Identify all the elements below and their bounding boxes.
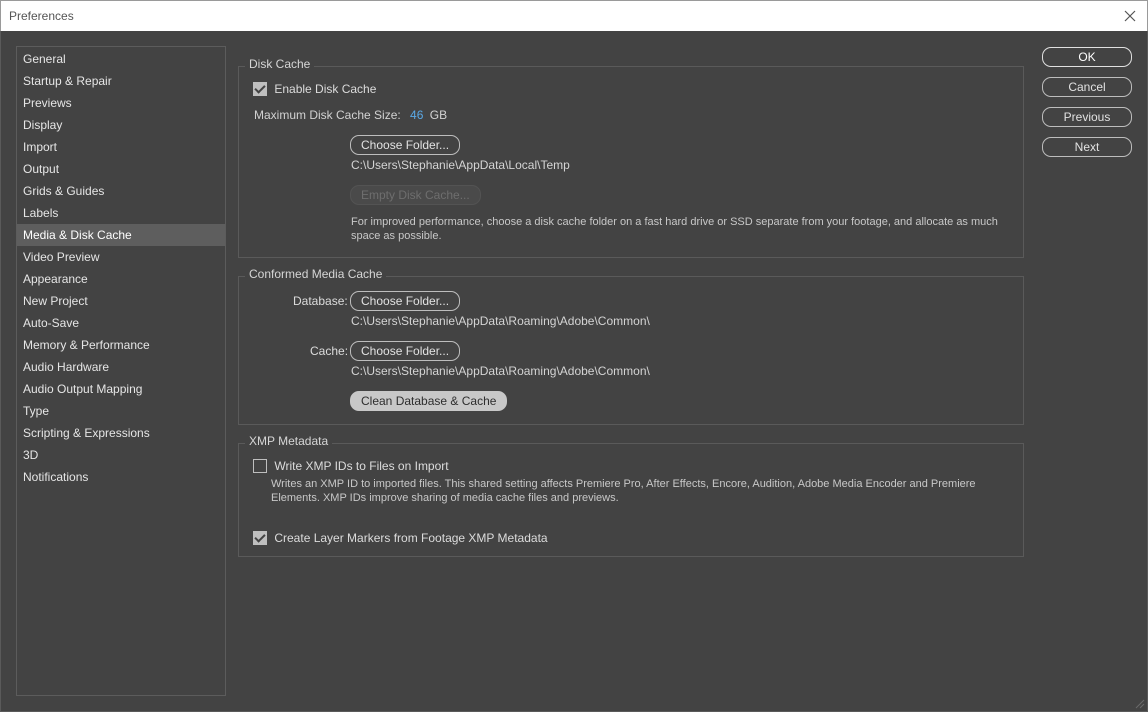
sidebar-item-output[interactable]: Output (17, 158, 225, 180)
xmp-metadata-title: XMP Metadata (245, 434, 333, 448)
enable-disk-cache-label: Enable Disk Cache (274, 81, 377, 96)
sidebar-item-new-project[interactable]: New Project (17, 290, 225, 312)
write-xmp-checkbox[interactable] (253, 458, 267, 473)
disk-cache-choose-folder-button[interactable]: Choose Folder... (350, 135, 461, 155)
next-button[interactable]: Next (1042, 137, 1132, 157)
layer-markers-label: Create Layer Markers from Footage XMP Me… (274, 530, 548, 545)
sidebar-item-audio-output-mapping[interactable]: Audio Output Mapping (17, 378, 225, 400)
cache-path: C:\Users\Stephanie\AppData\Roaming\Adobe… (351, 364, 650, 378)
sidebar-item-3d[interactable]: 3D (17, 444, 225, 466)
layer-markers-row: Create Layer Markers from Footage XMP Me… (253, 530, 548, 545)
sidebar-item-audio-hardware[interactable]: Audio Hardware (17, 356, 225, 378)
previous-button[interactable]: Previous (1042, 107, 1132, 127)
ok-button[interactable]: OK (1042, 47, 1132, 67)
sidebar-item-previews[interactable]: Previews (17, 92, 225, 114)
enable-disk-cache-checkbox[interactable] (253, 81, 267, 96)
cache-choose-folder-button[interactable]: Choose Folder... (350, 341, 461, 361)
max-size-unit: GB (429, 108, 448, 122)
disk-cache-path: C:\Users\Stephanie\AppData\Local\Temp (351, 158, 570, 172)
clean-database-cache-button[interactable]: Clean Database & Cache (350, 391, 508, 411)
sidebar-item-appearance[interactable]: Appearance (17, 268, 225, 290)
xmp-metadata-group: XMP Metadata Write XMP IDs to Files on I… (238, 434, 1024, 557)
sidebar-item-type[interactable]: Type (17, 400, 225, 422)
sidebar-item-video-preview[interactable]: Video Preview (17, 246, 225, 268)
sidebar-item-scripting-expressions[interactable]: Scripting & Expressions (17, 422, 225, 444)
max-size-label: Maximum Disk Cache Size: (254, 108, 401, 122)
sidebar-item-notifications[interactable]: Notifications (17, 466, 225, 488)
layer-markers-checkbox[interactable] (253, 530, 267, 545)
window-title: Preferences (9, 9, 74, 23)
conformed-media-cache-group: Conformed Media Cache Database: Choose F… (238, 267, 1024, 425)
disk-cache-description: For improved performance, choose a disk … (351, 216, 998, 242)
close-button[interactable] (1119, 5, 1141, 27)
disk-cache-title: Disk Cache (245, 57, 315, 71)
cancel-button[interactable]: Cancel (1042, 77, 1132, 97)
write-xmp-label: Write XMP IDs to Files on Import (274, 458, 449, 473)
write-xmp-description: Writes an XMP ID to imported files. This… (271, 478, 976, 504)
sidebar-item-general[interactable]: General (17, 48, 225, 70)
database-path: C:\Users\Stephanie\AppData\Roaming\Adobe… (351, 314, 650, 328)
database-choose-folder-button[interactable]: Choose Folder... (350, 291, 461, 311)
sidebar-item-media-disk-cache[interactable]: Media & Disk Cache (17, 224, 225, 246)
empty-disk-cache-button[interactable]: Empty Disk Cache... (350, 185, 481, 205)
database-label: Database: (293, 294, 348, 308)
resize-grip-icon[interactable] (1133, 697, 1145, 709)
sidebar-item-auto-save[interactable]: Auto-Save (17, 312, 225, 334)
sidebar-item-labels[interactable]: Labels (17, 202, 225, 224)
title-bar: Preferences (0, 0, 1148, 31)
sidebar-item-display[interactable]: Display (17, 114, 225, 136)
sidebar-item-startup-repair[interactable]: Startup & Repair (17, 70, 225, 92)
max-size-value[interactable]: 46 (410, 108, 423, 122)
disk-cache-group: Disk Cache Enable Disk Cache Maximum Dis… (238, 57, 1024, 258)
sidebar: General Startup & Repair Previews Displa… (16, 46, 226, 696)
sidebar-item-grids-guides[interactable]: Grids & Guides (17, 180, 225, 202)
cache-label: Cache: (310, 344, 349, 358)
enable-disk-cache-row: Enable Disk Cache (253, 81, 376, 96)
sidebar-item-import[interactable]: Import (17, 136, 225, 158)
max-size-row: Maximum Disk Cache Size: 46 GB (254, 108, 447, 122)
conformed-media-cache-title: Conformed Media Cache (245, 267, 387, 281)
sidebar-item-memory-performance[interactable]: Memory & Performance (17, 334, 225, 356)
write-xmp-row: Write XMP IDs to Files on Import (253, 458, 449, 473)
close-icon (1124, 10, 1136, 22)
